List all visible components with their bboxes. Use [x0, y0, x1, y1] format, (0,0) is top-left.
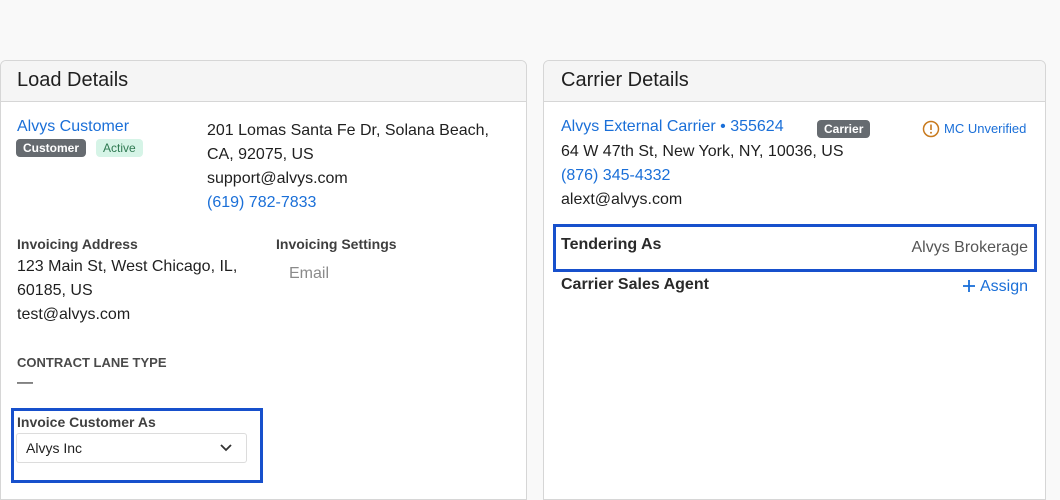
invoicing-address-line1: 123 Main St, West Chicago, IL, — [17, 258, 238, 275]
tendering-as-highlight — [553, 224, 1037, 272]
customer-status-badge: Active — [96, 139, 143, 157]
carrier-sales-agent-label: Carrier Sales Agent — [561, 276, 709, 293]
customer-name-link[interactable]: Alvys Customer — [17, 118, 129, 136]
contract-lane-type-value: — — [17, 374, 33, 391]
carrier-type-badge: Carrier — [817, 120, 871, 138]
alert-circle-icon — [922, 120, 940, 138]
customer-address-line1: 201 Lomas Santa Fe Dr, Solana Beach, — [207, 122, 489, 139]
assign-button[interactable]: Assign — [962, 278, 1028, 300]
invoicing-settings-label: Invoicing Settings — [276, 236, 397, 252]
mc-status-link[interactable]: MC Unverified — [944, 121, 1026, 136]
customer-phone-link[interactable]: (619) 782-7833 — [207, 191, 316, 215]
invoicing-address-line2: 60185, US — [17, 282, 93, 299]
customer-email: support@alvys.com — [207, 170, 348, 187]
customer-type-badge: Customer — [16, 139, 87, 157]
carrier-address: 64 W 47th St, New York, NY, 10036, US — [561, 143, 844, 160]
assign-label: Assign — [979, 278, 1028, 295]
load-details-title: Load Details — [1, 61, 526, 102]
carrier-email: alext@alvys.com — [561, 191, 683, 208]
invoicing-address-label: Invoicing Address — [17, 236, 138, 252]
invoicing-settings-value: Email — [289, 265, 330, 282]
carrier-details-title: Carrier Details — [544, 61, 1045, 102]
carrier-phone-link[interactable]: (876) 345-4332 — [561, 164, 670, 188]
carrier-name-link[interactable]: Alvys External Carrier • 355624 — [561, 118, 784, 136]
invoice-customer-as-highlight — [11, 408, 263, 483]
carrier-details-panel: Carrier Details Alvys External Carrier •… — [543, 60, 1046, 500]
customer-address-line2: CA, 92075, US — [207, 146, 314, 163]
contract-lane-type-label: CONTRACT LANE TYPE — [17, 355, 167, 370]
plus-icon — [962, 280, 975, 292]
invoicing-address-email: test@alvys.com — [17, 306, 131, 323]
